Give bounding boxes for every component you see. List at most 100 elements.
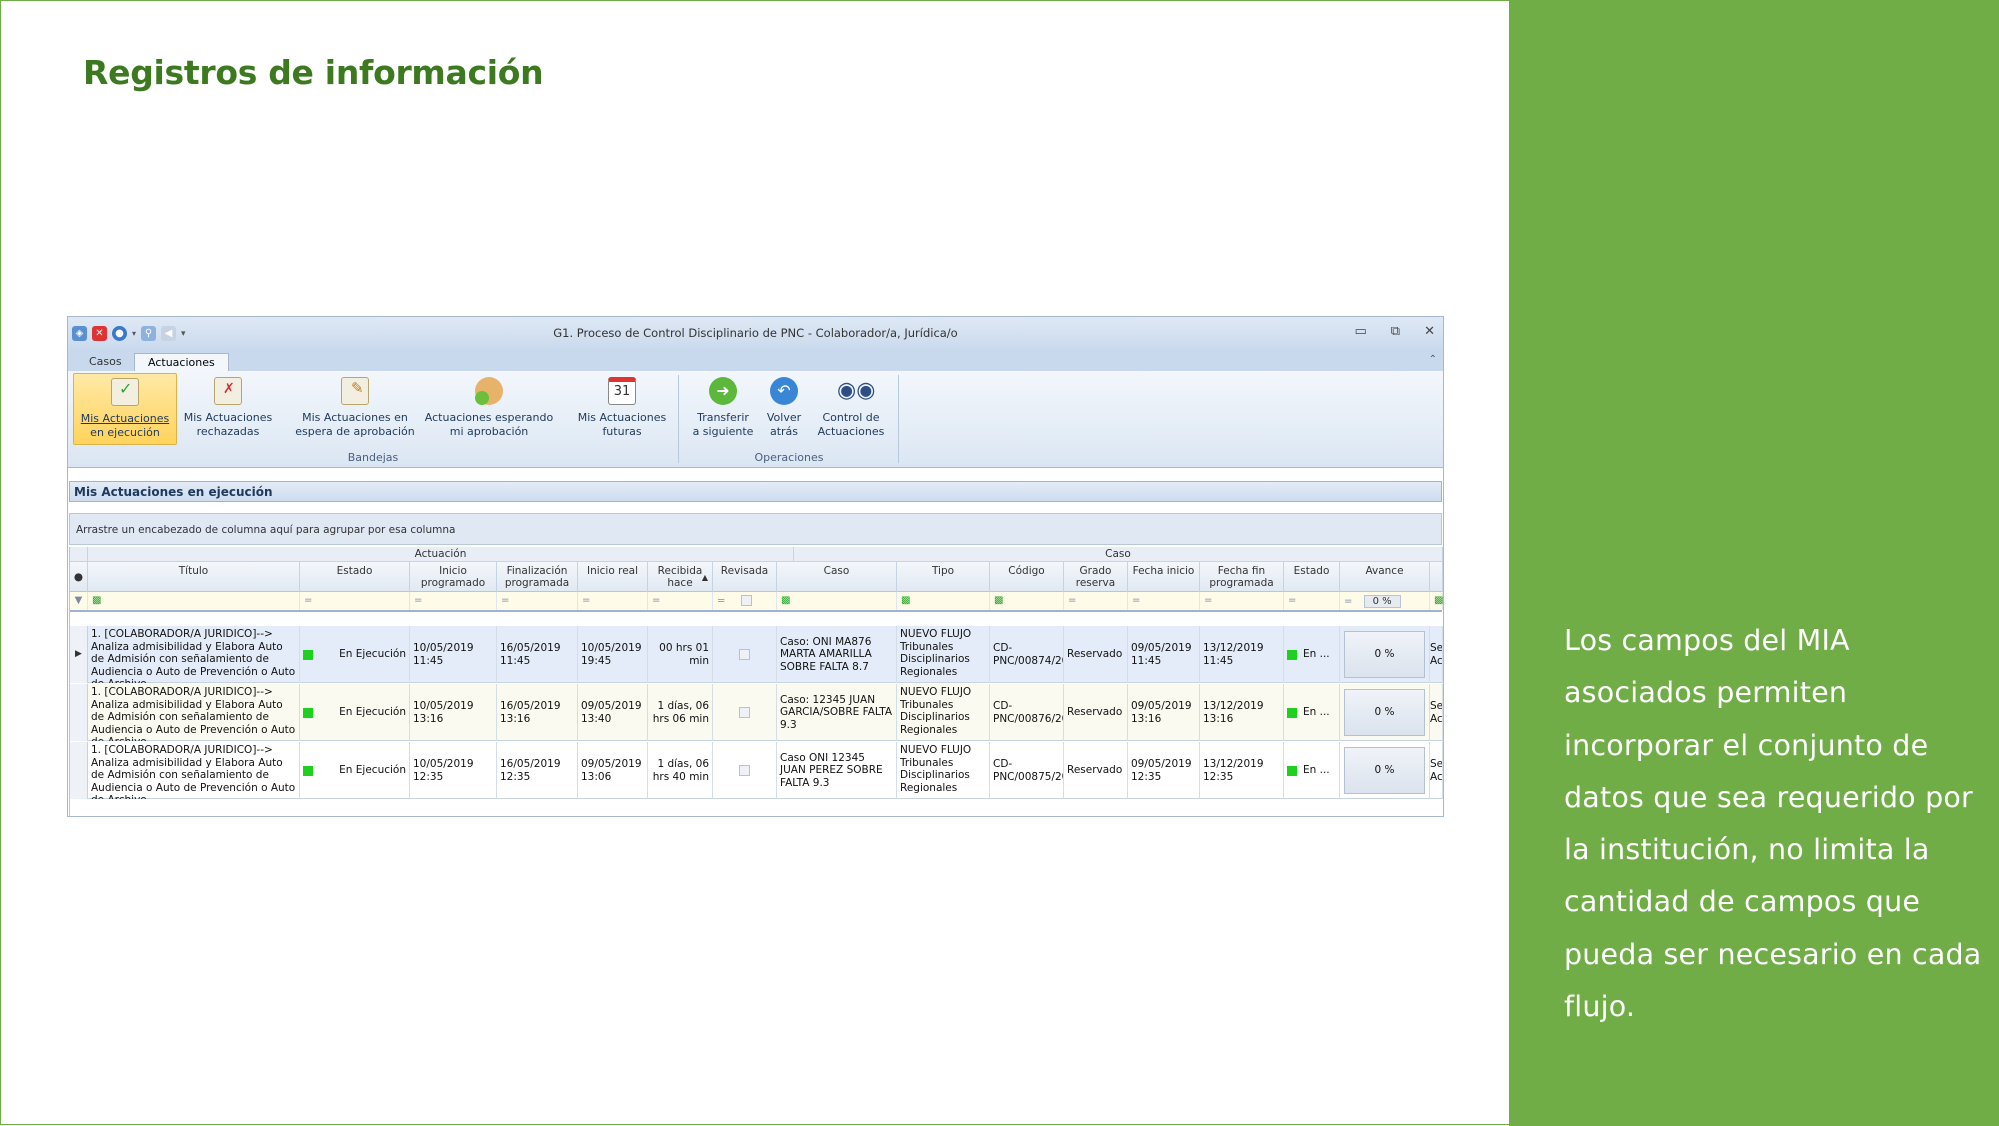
column-header-estado[interactable]: Estado xyxy=(300,562,410,592)
ribbon-button-label: mi aprobación xyxy=(449,425,529,438)
clipboard-x-icon: ✗ xyxy=(214,377,242,405)
cell-grado-reserva: Reservado xyxy=(1064,684,1128,741)
column-header-fecha-inicio[interactable]: Fecha inicio xyxy=(1128,562,1200,592)
minimize-icon[interactable]: ▭ xyxy=(1355,324,1367,339)
filter-cell-inicio-real[interactable]: = xyxy=(578,592,648,610)
column-header-text: Finalización xyxy=(506,565,568,577)
cell-estado-caso: En ... xyxy=(1284,742,1340,799)
filter-cell-fecha-fin[interactable]: = xyxy=(1200,592,1284,610)
control-actuaciones-button[interactable]: ◉◉ Control de Actuaciones xyxy=(812,373,890,445)
filter-cell-avance[interactable]: = 0 % xyxy=(1340,592,1430,610)
band-caso[interactable]: Caso xyxy=(794,547,1443,562)
mis-actuaciones-futuras-button[interactable]: 31 Mis Actuaciones futuras xyxy=(572,373,672,445)
transferir-siguiente-button[interactable]: ➜ Transferir a siguiente xyxy=(690,373,756,445)
cell-caso: Caso: ONI MA876 MARTA AMARILLA SOBRE FAL… xyxy=(777,626,897,683)
column-header-grado-reserva[interactable]: Grado reserva xyxy=(1064,562,1128,592)
group-label-operaciones: Operaciones xyxy=(754,451,824,464)
column-header-avance[interactable]: Avance xyxy=(1340,562,1430,592)
ribbon-button-label: Actuaciones esperando xyxy=(424,411,554,424)
row-indicator xyxy=(70,684,88,741)
cell-finalizacion-programada: 16/05/2019 11:45 xyxy=(497,626,578,683)
status-text: En Ejecución xyxy=(339,648,406,661)
column-header-inicio-programado[interactable]: Inicio programado xyxy=(410,562,497,592)
column-header-tipo[interactable]: Tipo xyxy=(897,562,990,592)
filter-cell-recibida[interactable]: = xyxy=(648,592,713,610)
filter-cell-estado[interactable]: = xyxy=(300,592,410,610)
column-header-codigo[interactable]: Código xyxy=(990,562,1064,592)
column-header-fecha-fin-programada[interactable]: Fecha fin programada xyxy=(1200,562,1284,592)
ribbon-button-label: Transferir xyxy=(697,411,749,424)
column-header-caso[interactable]: Caso xyxy=(777,562,897,592)
close-icon[interactable]: ✕ xyxy=(1424,324,1435,339)
revisada-checkbox[interactable] xyxy=(739,765,750,776)
actuaciones-esperando-aprobacion-button[interactable]: Actuaciones esperando mi aprobación xyxy=(424,373,554,445)
filter-cell-revisada[interactable]: = xyxy=(713,592,777,610)
tab-casos[interactable]: Casos xyxy=(76,353,135,371)
status-green-icon xyxy=(1287,649,1297,660)
cell-avance: 0 % xyxy=(1340,626,1430,683)
filter-cell-tipo[interactable]: ▩ xyxy=(897,592,990,610)
ribbon-button-label: a siguiente xyxy=(692,425,754,438)
ribbon-button-label: Mis Actuaciones en xyxy=(302,411,408,424)
filter-cell-finalizacion[interactable]: = xyxy=(497,592,578,610)
mis-actuaciones-ejecucion-button[interactable]: ✓ Mis Actuaciones en ejecución xyxy=(73,373,177,445)
status-green-icon xyxy=(1287,707,1297,718)
cell-inicio-real: 09/05/2019 13:06 xyxy=(578,742,648,799)
column-header-text: Inicio xyxy=(439,565,467,577)
column-header-revisada[interactable]: Revisada xyxy=(713,562,777,592)
cell-recibida-hace: 1 días, 06 hrs 40 min xyxy=(648,742,713,799)
table-row[interactable]: 1. [COLABORADOR/A JURIDICO]--> Analiza a… xyxy=(70,684,1443,741)
cell-revisada xyxy=(713,684,777,741)
window-title: G1. Proceso de Control Disciplinario de … xyxy=(553,326,958,340)
checkbox[interactable] xyxy=(740,595,752,606)
actuaciones-grid: Actuación Caso ● Título Estado Inicio pro… xyxy=(69,547,1443,816)
cell-finalizacion-programada: 16/05/2019 13:16 xyxy=(497,684,578,741)
cell-inicio-real: 09/05/2019 13:40 xyxy=(578,684,648,741)
volver-atras-button[interactable]: ↶ Volver atrás xyxy=(760,373,808,445)
filter-cell-estado-caso[interactable]: = xyxy=(1284,592,1340,610)
mis-actuaciones-espera-aprobacion-button[interactable]: ✎ Mis Actuaciones en espera de aprobació… xyxy=(294,373,416,445)
cell-inicio-programado: 10/05/2019 11:45 xyxy=(410,626,497,683)
filter-cell-caso[interactable]: ▩ xyxy=(777,592,897,610)
cell-estado-caso: En ... xyxy=(1284,626,1340,683)
filter-cell-grado[interactable]: = xyxy=(1064,592,1128,610)
column-header-text: Grado xyxy=(1079,565,1112,577)
column-header-inicio-real[interactable]: Inicio real xyxy=(578,562,648,592)
column-header-estado-caso[interactable]: Estado xyxy=(1284,562,1340,592)
cell-estado: En Ejecución xyxy=(300,742,410,799)
ribbon-group-separator xyxy=(678,375,679,463)
revisada-checkbox[interactable] xyxy=(739,707,750,718)
ribbon-button-label: en ejecución xyxy=(90,426,160,439)
collapse-ribbon-icon[interactable]: ⌃ xyxy=(1429,354,1437,365)
restore-icon[interactable]: ⧉ xyxy=(1391,324,1400,339)
slide-title: Registros de información xyxy=(83,53,544,92)
filter-cell-titulo[interactable]: ▩ xyxy=(88,592,300,610)
column-header-finalizacion-programada[interactable]: Finalización programada xyxy=(497,562,578,592)
revisada-checkbox[interactable] xyxy=(739,649,750,660)
app-window: ◈ ✕ ● ▾ ⚲ ◀ ▾ G1. Proceso de Control Dis… xyxy=(67,316,1444,817)
column-header-extra[interactable] xyxy=(1430,562,1443,592)
cell-grado-reserva: Reservado xyxy=(1064,626,1128,683)
ribbon-button-label: Mis Actuaciones xyxy=(80,412,170,425)
mis-actuaciones-rechazadas-button[interactable]: ✗ Mis Actuaciones rechazadas xyxy=(180,373,276,445)
filter-cell-inicio-programado[interactable]: = xyxy=(410,592,497,610)
group-by-area[interactable]: Arrastre un encabezado de columna aquí p… xyxy=(69,513,1442,545)
cell-codigo: CD-PNC/00874/2019 xyxy=(990,626,1064,683)
status-text: En ... xyxy=(1303,764,1330,777)
band-spacer xyxy=(70,547,88,562)
filter-cell-fecha-inicio[interactable]: = xyxy=(1128,592,1200,610)
status-green-icon xyxy=(1287,765,1297,776)
table-row[interactable]: 1. [COLABORADOR/A JURIDICO]--> Analiza a… xyxy=(70,742,1443,799)
column-header-titulo[interactable]: Título xyxy=(88,562,300,592)
band-actuacion[interactable]: Actuación xyxy=(88,547,794,562)
cell-extra: Se Ac xyxy=(1430,742,1443,799)
cell-grado-reserva: Reservado xyxy=(1064,742,1128,799)
filter-cell-extra[interactable]: ▩ xyxy=(1430,592,1443,610)
filter-row: ▼ ▩ = = = = = = ▩ ▩ ▩ = = = = = 0 % ▩ xyxy=(70,592,1443,612)
table-row[interactable]: ▶ 1. [COLABORADOR/A JURIDICO]--> Analiza… xyxy=(70,626,1443,683)
filter-cell-codigo[interactable]: ▩ xyxy=(990,592,1064,610)
cell-recibida-hace: 00 hrs 01 min xyxy=(648,626,713,683)
band-header-row: Actuación Caso xyxy=(70,547,1443,562)
column-header-recibida-hace[interactable]: Recibida hace ▲ xyxy=(648,562,713,592)
tab-actuaciones[interactable]: Actuaciones xyxy=(134,353,229,371)
